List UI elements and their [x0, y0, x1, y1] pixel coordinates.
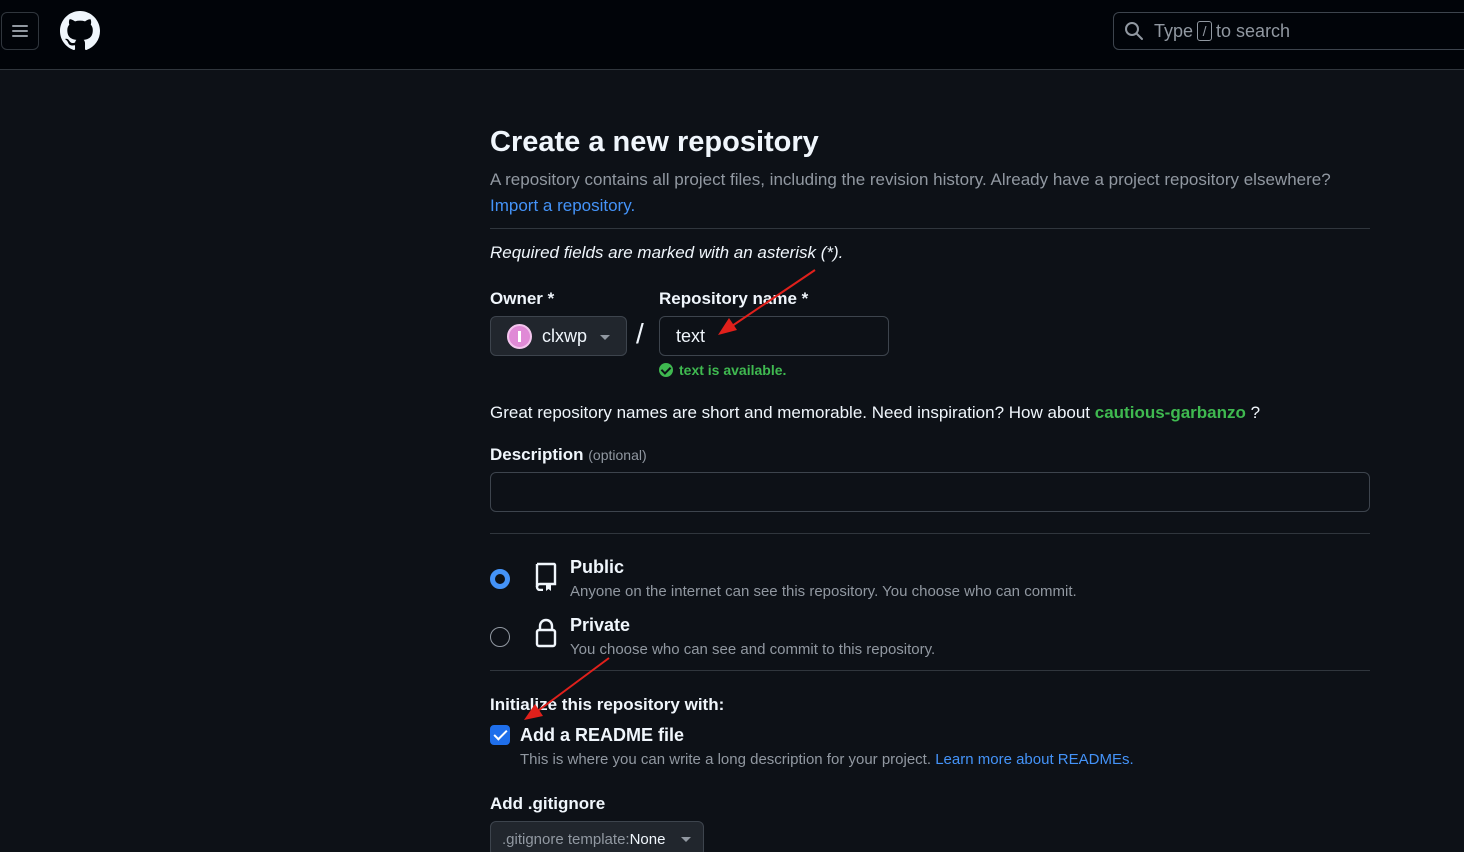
github-logo-icon[interactable]	[60, 11, 100, 51]
repo-name-input[interactable]	[659, 316, 889, 356]
readme-description: This is where you can write a long descr…	[520, 751, 1134, 768]
search-placeholder-suffix: to search	[1216, 20, 1291, 41]
owner-dropdown[interactable]: clxwp	[490, 316, 627, 356]
description-label: Description (optional)	[490, 445, 647, 465]
hamburger-icon	[12, 25, 28, 37]
readme-checkbox[interactable]	[490, 725, 510, 745]
gitignore-template-prefix: .gitignore template:	[502, 830, 630, 848]
readme-description-text: This is where you can write a long descr…	[520, 751, 932, 768]
divider	[490, 228, 1370, 229]
suggestion-suffix: ?	[1250, 403, 1261, 422]
private-title: Private	[570, 615, 631, 635]
description-label-text: Description	[490, 445, 584, 464]
private-description: You choose who can see and commit to thi…	[570, 641, 936, 658]
suggestion-prefix: Great repository names are short and mem…	[490, 403, 1091, 422]
public-title: Public	[570, 557, 625, 577]
divider	[490, 533, 1370, 534]
menu-button[interactable]	[1, 12, 39, 50]
suggested-name-link[interactable]: cautious-garbanzo	[1095, 403, 1246, 422]
name-suggestion: Great repository names are short and mem…	[490, 403, 1260, 423]
description-input[interactable]	[490, 472, 1370, 512]
availability-text: text is available.	[679, 362, 787, 378]
required-fields-note: Required fields are marked with an aster…	[490, 243, 844, 262]
divider	[490, 670, 1370, 671]
avatar	[507, 323, 532, 349]
availability-status: text is available.	[659, 362, 786, 378]
gitignore-template-value: None	[629, 830, 666, 848]
owner-value: clxwp	[542, 325, 588, 346]
repo-icon	[535, 562, 557, 591]
page-title: Create a new repository	[490, 126, 819, 158]
gitignore-label: Add .gitignore	[490, 794, 606, 813]
chevron-down-icon	[681, 837, 691, 842]
page-subtitle: A repository contains all project files,…	[490, 170, 1331, 189]
search-input[interactable]: Type / to search	[1113, 12, 1464, 50]
top-header: Type / to search	[0, 0, 1464, 70]
owner-repo-separator: /	[636, 318, 644, 349]
optional-hint: (optional)	[588, 447, 647, 463]
readme-learn-more-link[interactable]: Learn more about READMEs.	[935, 751, 1133, 768]
search-icon	[1125, 22, 1143, 40]
import-repository-link[interactable]: Import a repository.	[490, 196, 635, 216]
repo-name-label: Repository name *	[659, 289, 809, 308]
chevron-down-icon	[600, 335, 610, 340]
visibility-public-radio[interactable]	[490, 569, 510, 589]
owner-label: Owner *	[490, 289, 555, 308]
search-shortcut-key: /	[1197, 21, 1213, 41]
visibility-private-radio[interactable]	[490, 627, 510, 647]
readme-label[interactable]: Add a README file	[520, 725, 684, 746]
search-placeholder-prefix: Type	[1154, 20, 1194, 41]
initialize-heading: Initialize this repository with:	[490, 695, 725, 714]
lock-icon	[535, 618, 557, 648]
public-description: Anyone on the internet can see this repo…	[570, 583, 1077, 600]
gitignore-template-dropdown[interactable]: .gitignore template: None	[490, 821, 704, 852]
check-circle-icon	[659, 363, 673, 377]
